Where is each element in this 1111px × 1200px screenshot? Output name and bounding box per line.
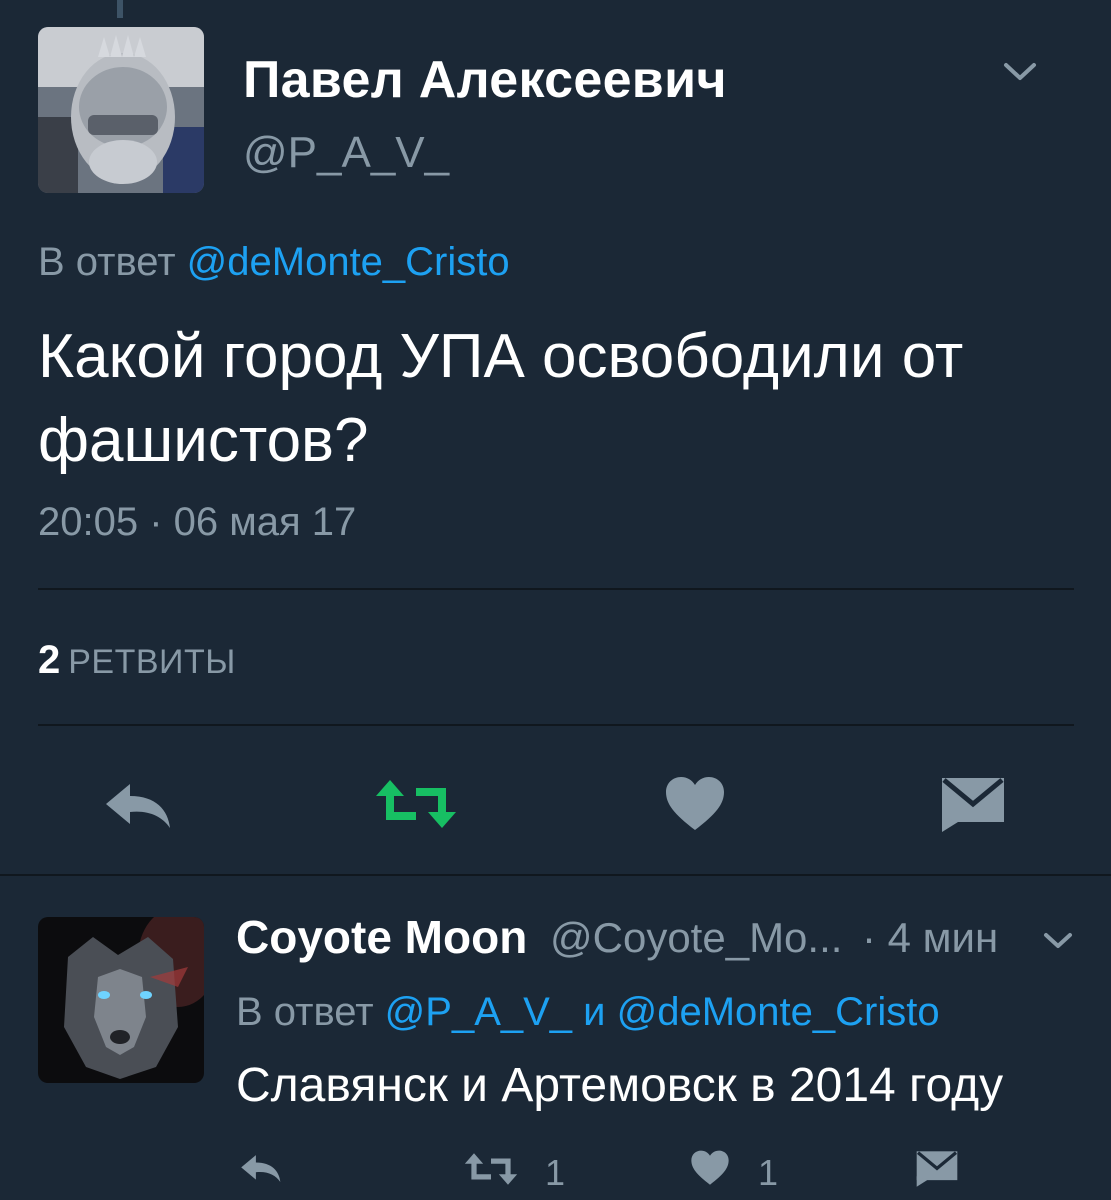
chevron-down-icon[interactable] xyxy=(1002,60,1038,89)
reply-time[interactable]: · 4 мин xyxy=(862,914,998,962)
reply-icon[interactable] xyxy=(104,780,176,835)
reply-like-count: 1 xyxy=(758,1152,779,1193)
retweet-stats[interactable]: 2 РЕТВИТЫ xyxy=(38,638,236,683)
chevron-down-icon[interactable] xyxy=(1042,930,1074,957)
reply-to-link[interactable]: @P_A_V_ xyxy=(385,990,572,1034)
reply-retweet-count: 1 xyxy=(545,1152,566,1193)
retweet-label: РЕТВИТЫ xyxy=(68,643,236,681)
tweet-separator xyxy=(0,874,1111,876)
heart-icon[interactable] xyxy=(664,776,726,837)
retweet-icon[interactable] xyxy=(372,778,460,835)
main-author-avatar[interactable] xyxy=(38,27,204,193)
heart-icon[interactable] xyxy=(690,1150,730,1191)
reply-joiner: и xyxy=(583,990,606,1034)
reply-prefix: В ответ xyxy=(236,990,374,1034)
reply-to-link[interactable]: @deMonte_Cristo xyxy=(617,990,940,1034)
reply-prefix: В ответ xyxy=(38,240,176,284)
thread-connector-line xyxy=(117,0,123,18)
main-author-handle[interactable]: @P_A_V_ xyxy=(243,128,449,178)
main-author-name[interactable]: Павел Алексеевич xyxy=(243,50,727,110)
reply-author-name[interactable]: Coyote Moon xyxy=(236,910,527,964)
tweet-timestamp[interactable]: 20:05 · 06 мая 17 xyxy=(38,500,356,545)
message-icon[interactable] xyxy=(940,776,1006,839)
message-icon[interactable] xyxy=(915,1150,959,1193)
reply-context: В ответ @deMonte_Cristo xyxy=(38,240,510,285)
retweet-count: 2 xyxy=(38,638,61,682)
retweet-icon[interactable] xyxy=(462,1152,520,1191)
reply-author-avatar[interactable] xyxy=(38,917,204,1083)
tweet-text: Какой город УПА освободили от фашистов? xyxy=(38,322,964,475)
divider xyxy=(38,588,1074,590)
reply-author-handle[interactable]: @Coyote_Mo... xyxy=(550,914,842,962)
divider xyxy=(38,724,1074,726)
reply-icon[interactable] xyxy=(240,1152,284,1189)
reply-to-link[interactable]: @deMonte_Cristo xyxy=(187,240,510,284)
reply-context: В ответ @P_A_V_ и @deMonte_Cristo xyxy=(236,990,940,1035)
reply-text: Славянск и Артемовск в 2014 году xyxy=(236,1059,1004,1112)
